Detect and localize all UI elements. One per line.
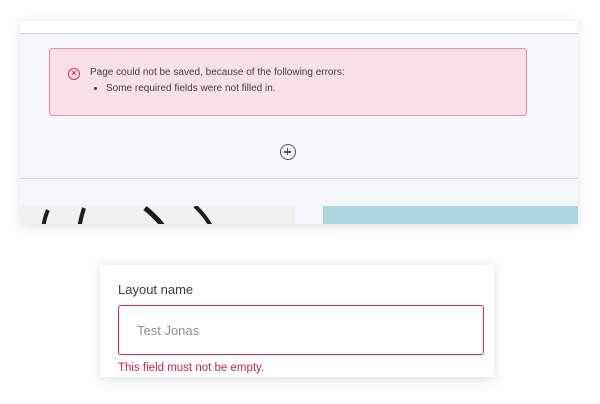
error-circle-icon: × xyxy=(68,68,80,80)
headphones-image xyxy=(41,206,213,224)
section-divider xyxy=(20,178,578,179)
save-error-list: Some required fields were not filled in. xyxy=(90,83,276,94)
section-image-thumbnail xyxy=(20,206,295,224)
save-error-title: Page could not be saved, because of the … xyxy=(90,67,345,78)
add-section-button[interactable] xyxy=(280,144,296,160)
screenshot-canvas: × Page could not be saved, because of th… xyxy=(0,0,600,404)
layout-name-form: Layout name This field must not be empty… xyxy=(100,265,494,377)
layout-name-error: This field must not be empty. xyxy=(118,362,265,374)
editor-toolbar-strip xyxy=(20,21,578,34)
save-error-alert: × Page could not be saved, because of th… xyxy=(49,48,527,116)
layout-name-label: Layout name xyxy=(118,282,194,297)
save-error-item: Some required fields were not filled in. xyxy=(106,83,276,94)
page-editor-panel: × Page could not be saved, because of th… xyxy=(20,21,578,224)
section-color-block xyxy=(323,206,578,224)
layout-name-input[interactable] xyxy=(118,305,484,355)
